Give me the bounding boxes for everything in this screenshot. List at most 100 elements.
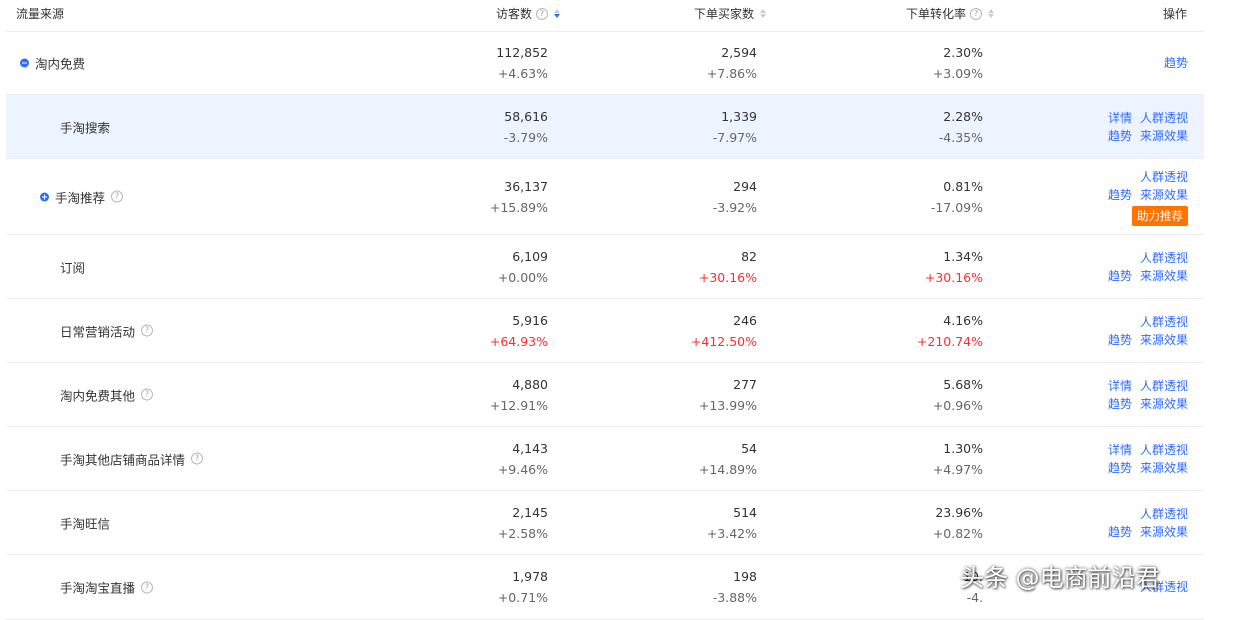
action-link[interactable]: 趋势 [1108, 188, 1132, 202]
action-link[interactable]: 人群透视 [1140, 170, 1188, 184]
visitors-change: +64.93% [489, 333, 548, 349]
action-link[interactable]: 趋势 [1108, 129, 1132, 143]
action-link[interactable]: 人群透视 [1140, 315, 1188, 329]
action-link[interactable]: 来源效果 [1140, 461, 1188, 475]
buyers-value: 514 [733, 504, 757, 520]
help-icon[interactable]: ? [111, 190, 124, 203]
header-visitors[interactable]: 访客数 ? [496, 5, 561, 22]
visitors-cell: 4,143 +9.46% [498, 438, 548, 480]
visitors-value: 4,880 [512, 376, 548, 392]
visitors-change: +0.00% [497, 269, 548, 285]
action-link[interactable]: 详情 [1108, 379, 1132, 393]
conv-cell: 2.30% +3.09% [933, 42, 983, 84]
conv-change: +0.82% [932, 525, 983, 541]
visitors-value: 112,852 [496, 45, 548, 60]
visitors-cell: 6,109 +0.00% [498, 246, 548, 288]
buyers-change: -7.97% [712, 129, 757, 145]
visitors-change: +12.91% [489, 397, 548, 413]
visitors-value: 4,143 [512, 440, 548, 456]
source-name: 日常营销活动? [60, 321, 154, 340]
conv-cell: 1.30% +4.97% [933, 438, 983, 480]
conv-cell: 4.16% +210.74% [917, 310, 983, 352]
conv-cell: 5.68% +0.96% [933, 374, 983, 416]
buyers-cell: 294 -3.92% [713, 176, 757, 218]
buyers-value: 1,339 [721, 108, 757, 124]
table-row: 手淘搜索 58,616 -3.79% 1,339 -7.97% 2.28% -4.35% 详情… [6, 95, 1204, 159]
expand-icon[interactable] [40, 192, 49, 201]
sort-icon[interactable] [760, 9, 767, 18]
row-actions: 详情 人群透视 趋势 来源效果 [1100, 109, 1188, 145]
source-name: 手淘旺信 [60, 516, 111, 531]
source-name: 订阅 [60, 260, 86, 275]
conv-change: -4.35% [938, 129, 983, 145]
conv-change: +4.97% [932, 461, 983, 477]
action-link[interactable]: 人群透视 [1140, 111, 1188, 125]
conv-change: -17.09% [930, 199, 983, 215]
conv-value: 2.30% [943, 45, 983, 60]
action-link[interactable]: 人群透视 [1140, 443, 1188, 457]
buyers-cell: 54 +14.89% [699, 438, 757, 480]
buyers-cell: 246 +412.50% [691, 310, 757, 352]
help-icon[interactable]: ? [141, 324, 154, 337]
conv-change: +210.74% [916, 333, 983, 349]
help-icon[interactable]: ? [970, 7, 983, 20]
table-row: 淘内免费 112,852 +4.63% 2,594 +7.86% 2.30% +3.09% 趋… [6, 32, 1204, 95]
sort-icon[interactable] [988, 9, 995, 18]
boost-recommend-button[interactable]: 助力推荐 [1132, 205, 1188, 226]
collapse-icon[interactable] [20, 58, 29, 68]
action-link[interactable]: 趋势 [1108, 461, 1132, 475]
visitors-change: +15.89% [489, 199, 548, 215]
buyers-change: +3.42% [706, 525, 757, 541]
action-link[interactable]: 趋势 [1108, 333, 1132, 347]
buyers-cell: 514 +3.42% [707, 502, 757, 544]
visitors-change: -3.79% [503, 129, 548, 145]
buyers-change: +13.99% [698, 397, 757, 413]
conv-change: +0.96% [932, 397, 983, 413]
action-link[interactable]: 来源效果 [1140, 129, 1188, 143]
visitors-value: 5,916 [512, 312, 548, 328]
sort-icon[interactable] [554, 9, 561, 18]
action-link[interactable]: 来源效果 [1140, 188, 1188, 202]
action-link[interactable]: 人群透视 [1140, 379, 1188, 393]
buyers-cell: 277 +13.99% [699, 374, 757, 416]
action-link[interactable]: 趋势 [1108, 397, 1132, 411]
action-link[interactable]: 详情 [1108, 111, 1132, 125]
conv-cell: 23.96% +0.82% [933, 502, 983, 544]
buyers-change: +14.89% [698, 461, 757, 477]
visitors-cell: 1,978 +0.71% [498, 566, 548, 608]
table-row: 订阅 6,109 +0.00% 82 +30.16% 1.34% +30.16% 人群透视 趋势… [6, 235, 1204, 299]
table-row: 手淘旺信 2,145 +2.58% 514 +3.42% 23.96% +0.82% 人群透视… [6, 491, 1204, 555]
buyers-value: 246 [733, 312, 757, 328]
source-name: 手淘淘宝直播? [60, 578, 154, 597]
action-link[interactable]: 人群透视 [1140, 507, 1188, 521]
action-link[interactable]: 趋势 [1164, 56, 1188, 70]
help-icon[interactable]: ? [141, 581, 154, 593]
header-conversion[interactable]: 下单转化率 ? [906, 5, 995, 22]
source-name: 淘内免费其他? [60, 385, 154, 404]
action-link[interactable]: 来源效果 [1140, 333, 1188, 347]
help-icon[interactable]: ? [536, 7, 549, 20]
row-actions: 人群透视 趋势 来源效果 [1100, 505, 1188, 541]
conv-value: 1.30% [943, 440, 983, 456]
help-icon[interactable]: ? [141, 388, 154, 401]
help-icon[interactable]: ? [191, 452, 204, 465]
buyers-change: +30.16% [698, 269, 757, 285]
buyers-change: +7.86% [706, 66, 757, 81]
action-link[interactable]: 详情 [1108, 443, 1132, 457]
header-buyers[interactable]: 下单买家数 [694, 5, 767, 22]
visitors-value: 36,137 [504, 178, 548, 194]
visitors-change: +9.46% [497, 461, 548, 477]
action-link[interactable]: 来源效果 [1140, 525, 1188, 539]
action-link[interactable]: 趋势 [1108, 525, 1132, 539]
action-link[interactable]: 人群透视 [1140, 251, 1188, 265]
action-link[interactable]: 来源效果 [1140, 269, 1188, 283]
visitors-value: 2,145 [512, 504, 548, 520]
source-name: 淘内免费 [20, 54, 85, 73]
buyers-value: 54 [741, 440, 757, 456]
action-link[interactable]: 趋势 [1108, 269, 1132, 283]
buyers-change: -3.88% [712, 590, 757, 605]
action-link[interactable]: 来源效果 [1140, 397, 1188, 411]
row-actions: 趋势 [1156, 54, 1188, 72]
conv-value: 1.34% [943, 248, 983, 264]
visitors-cell: 5,916 +64.93% [490, 310, 548, 352]
